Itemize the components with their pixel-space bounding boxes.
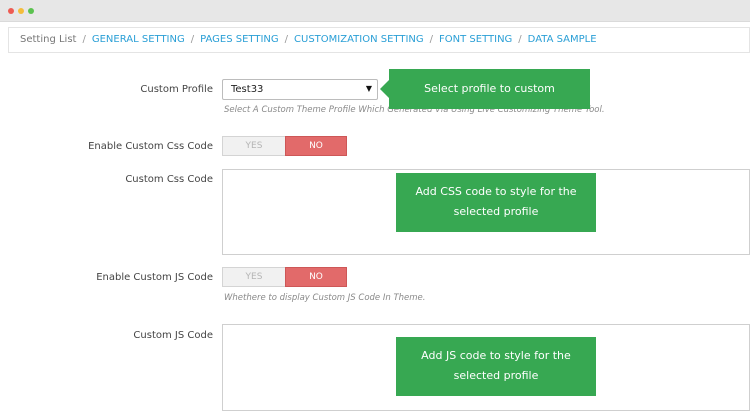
- breadcrumb-separator: /: [82, 34, 86, 45]
- enable-css-toggle: YES NO: [222, 136, 347, 156]
- enable-css-yes-option[interactable]: YES: [222, 136, 285, 156]
- breadcrumb-pages-setting[interactable]: PAGES SETTING: [200, 34, 279, 46]
- custom-profile-label: Custom Profile: [140, 84, 213, 95]
- breadcrumb-separator: /: [190, 34, 195, 45]
- css-tooltip: Add CSS code to style for the selected p…: [396, 173, 596, 232]
- enable-js-yes-option[interactable]: YES: [222, 267, 285, 287]
- breadcrumb-separator: /: [518, 34, 522, 45]
- minimize-window-dot[interactable]: [18, 8, 24, 14]
- enable-js-toggle: YES NO: [222, 267, 347, 287]
- breadcrumb-font-setting[interactable]: FONT SETTING: [439, 34, 512, 46]
- breadcrumb-root[interactable]: Setting List: [20, 34, 76, 46]
- breadcrumb-general-setting[interactable]: GENERAL SETTING: [92, 34, 185, 46]
- css-tooltip-line-2: selected profile: [453, 205, 539, 218]
- js-tooltip: Add JS code to style for the selected pr…: [396, 337, 596, 396]
- tooltip-arrow: [380, 80, 389, 98]
- breadcrumb-bar: Setting List / GENERAL SETTING / PAGES SETTI…: [8, 27, 750, 53]
- breadcrumb-separator: /: [284, 34, 289, 45]
- js-tooltip-line-1: Add JS code to style for the: [421, 349, 571, 362]
- breadcrumb-separator: /: [429, 34, 434, 45]
- custom-css-label: Custom Css Code: [125, 174, 213, 185]
- enable-css-no-option[interactable]: NO: [285, 136, 347, 156]
- profile-tooltip-text: Select profile to custom: [424, 82, 555, 95]
- css-tooltip-line-1: Add CSS code to style for the: [415, 185, 577, 198]
- profile-tooltip: Select profile to custom: [380, 69, 590, 109]
- breadcrumb-customization-setting[interactable]: CUSTOMIZATION SETTING: [294, 34, 424, 46]
- enable-css-label: Enable Custom Css Code: [88, 141, 213, 152]
- enable-js-label: Enable Custom JS Code: [96, 272, 213, 283]
- custom-profile-select[interactable]: Test33 ▼: [222, 79, 378, 100]
- breadcrumb: Setting List / GENERAL SETTING / PAGES SETTI…: [20, 34, 597, 46]
- window-title-bar: [0, 0, 750, 22]
- close-window-dot[interactable]: [8, 8, 14, 14]
- breadcrumb-data-sample[interactable]: DATA SAMPLE: [528, 34, 597, 46]
- maximize-window-dot[interactable]: [28, 8, 34, 14]
- custom-js-label: Custom JS Code: [133, 330, 213, 341]
- caret-down-icon: ▼: [365, 84, 372, 93]
- enable-js-no-option[interactable]: NO: [285, 267, 347, 287]
- js-tooltip-line-2: selected profile: [453, 369, 539, 382]
- custom-profile-value: Test33: [231, 84, 264, 95]
- enable-js-help: Whethere to display Custom JS Code In Th…: [224, 293, 426, 303]
